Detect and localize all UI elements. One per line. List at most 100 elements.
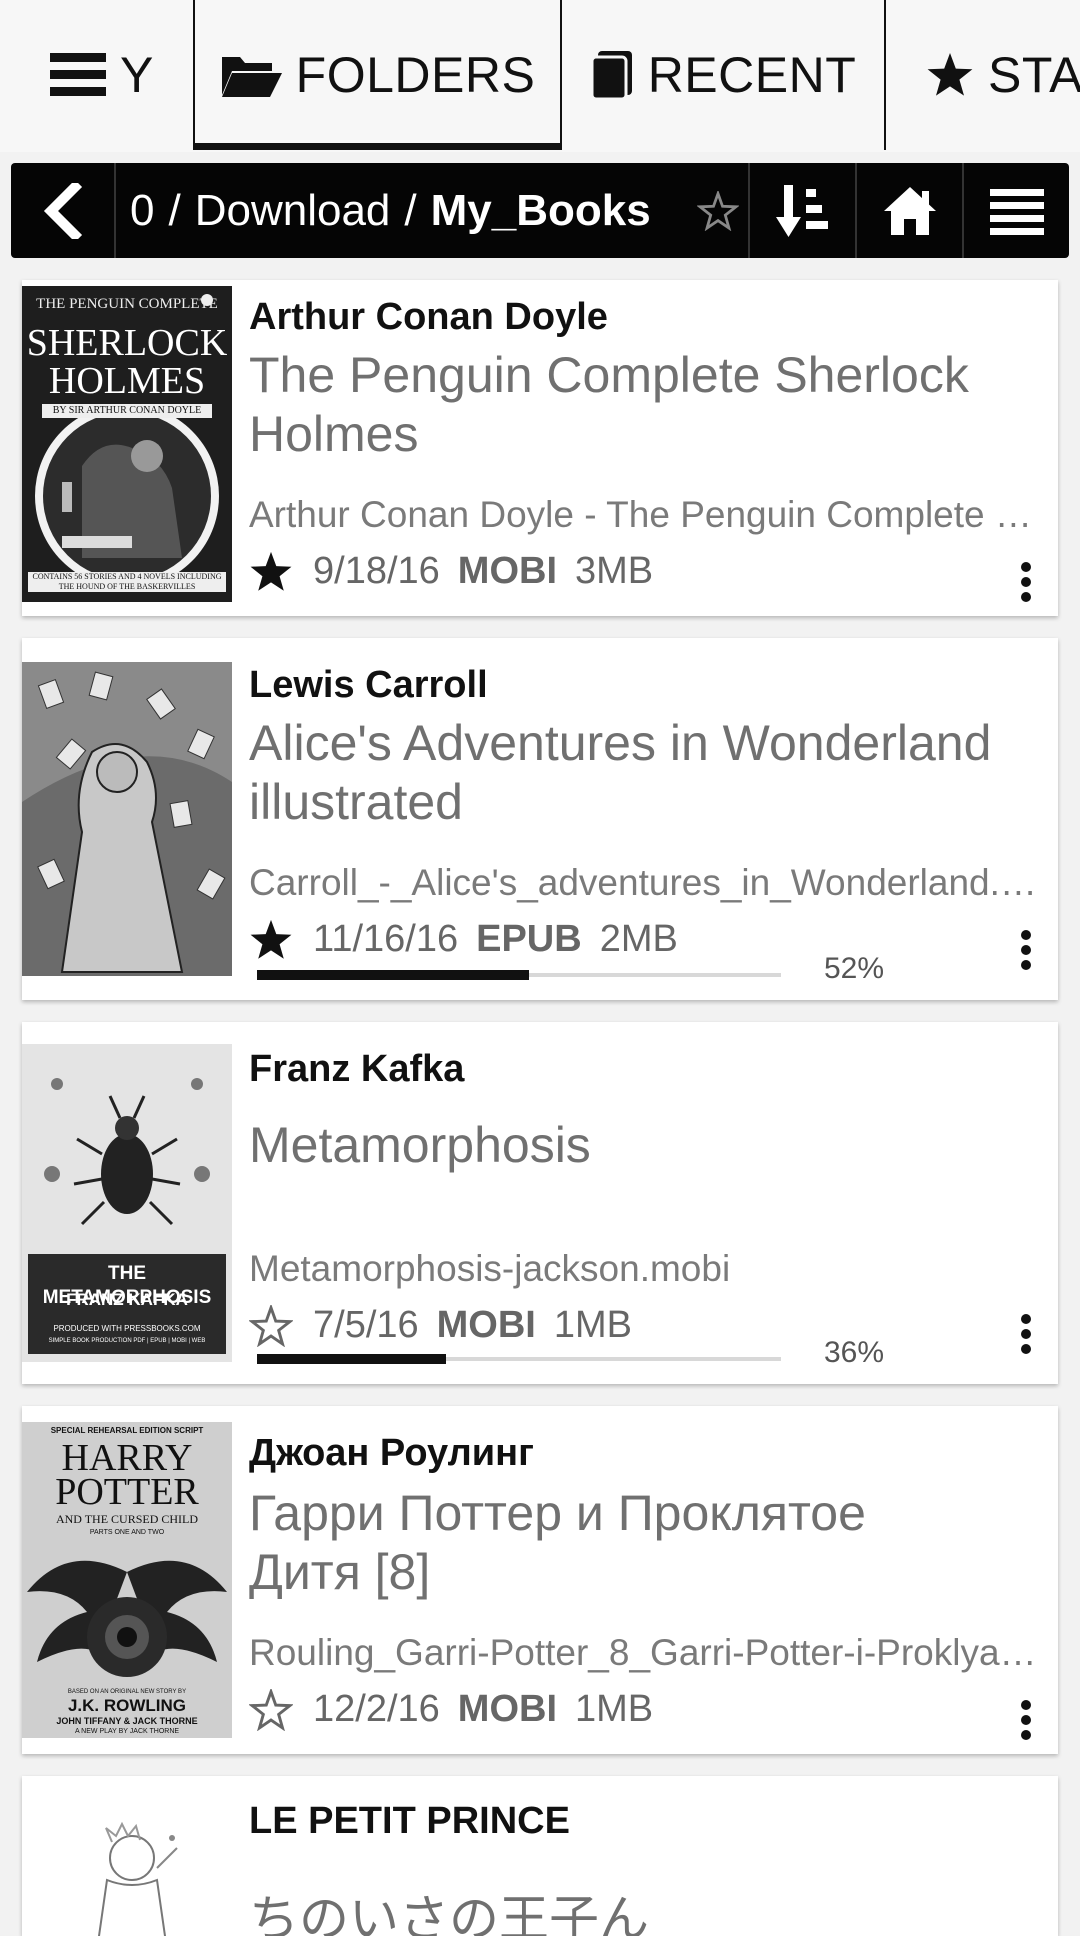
book-size: 2MB: [599, 918, 678, 960]
book-meta: 7/5/16 MOBI 1MB: [249, 1304, 632, 1347]
book-filename: Rouling_Garri-Potter_8_Garri-Potter-i-Pr…: [249, 1632, 1038, 1673]
path-toolbar: 0 / Download / My_Books: [11, 163, 1069, 258]
book-title: Metamorphosis: [249, 1117, 591, 1173]
more-options-icon[interactable]: [1006, 920, 1046, 980]
cover-coauthors: JOHN TIFFANY & JACK THORNE: [56, 1716, 198, 1726]
book-size: 3MB: [575, 550, 654, 592]
book-author: LE PETIT PRINCE: [249, 1800, 570, 1842]
book-author: Franz Kafka: [249, 1048, 465, 1090]
tab-folders[interactable]: FOLDERS: [193, 0, 562, 150]
book-author: Lewis Carroll: [249, 664, 488, 706]
home-icon: [883, 186, 936, 235]
book-card[interactable]: THE PENGUIN COMPLETE SHERLOCK HOLMES BY …: [22, 280, 1058, 616]
cover-title-line2: FRANZ KAFKA: [66, 1290, 188, 1309]
book-card[interactable]: THE METAMORPHOSIS FRANZ KAFKA PRODUCED W…: [22, 1022, 1058, 1384]
book-filename: Arthur Conan Doyle - The Penguin Complet…: [249, 494, 1038, 535]
reading-progress-fill: [257, 970, 530, 980]
book-card[interactable]: Lewis Carroll Alice's Adventures in Wond…: [22, 638, 1058, 1000]
star-outline-icon: [697, 190, 739, 231]
book-size: 1MB: [553, 1304, 633, 1346]
cover-play: A NEW PLAY BY JACK THORNE: [74, 1728, 180, 1735]
cover-footer-line1: PRODUCED WITH PRESSBOOKS.COM: [53, 1324, 201, 1333]
book-format: MOBI: [436, 1304, 536, 1346]
tab-folders-label: FOLDERS: [295, 47, 536, 103]
cover-parts: PARTS ONE AND TWO: [89, 1529, 165, 1536]
book-format: EPUB: [476, 918, 582, 960]
tab-recent[interactable]: RECENT: [562, 0, 886, 150]
book-cover: THE METAMORPHOSIS FRANZ KAFKA PRODUCED W…: [22, 1044, 232, 1362]
book-cover: SPECIAL REHEARSAL EDITION SCRIPT HARRY P…: [22, 1422, 232, 1738]
reading-progress-label: 52%: [824, 952, 885, 985]
more-options-icon[interactable]: [1006, 1690, 1046, 1750]
book-meta: 9/18/16 MOBI 3MB: [249, 550, 653, 593]
star-outline-icon[interactable]: [249, 1304, 293, 1347]
cover-subtitle: AND THE CURSED CHILD: [55, 1512, 199, 1526]
hamburger-icon: [50, 51, 106, 99]
folder-open-icon: [220, 51, 282, 99]
tab-starred[interactable]: STA: [886, 0, 1080, 150]
book-filename: Metamorphosis-jackson.mobi: [249, 1248, 731, 1289]
breadcrumb: 0 / Download / My_Books: [116, 163, 688, 258]
cover-top-text: THE PENGUIN COMPLETE: [36, 296, 218, 312]
cover-byline: BY SIR ARTHUR CONAN DOYLE: [42, 404, 212, 418]
book-cover: [22, 1798, 232, 1936]
cover-author: J.K. ROWLING: [67, 1696, 187, 1715]
book-title: The Penguin Complete Sherlock Holmes: [249, 347, 969, 462]
book-cover: THE PENGUIN COMPLETE SHERLOCK HOLMES BY …: [22, 286, 232, 602]
book-date: 11/16/16: [313, 918, 459, 960]
sort-button[interactable]: [748, 163, 855, 258]
tab-library-label: Y: [120, 47, 154, 103]
book-title: Alice's Adventures in Wonderland illustr…: [249, 715, 992, 830]
book-format: MOBI: [457, 1688, 558, 1730]
reading-progress-bar: [257, 1354, 781, 1364]
view-menu-button[interactable]: [962, 163, 1069, 258]
list-icon: [989, 188, 1044, 235]
cover-title-line2: POTTER: [55, 1471, 199, 1513]
reading-progress-label: 36%: [824, 1336, 885, 1369]
book-title: ちのいさの王子ん: [249, 1891, 649, 1936]
chevron-left-icon: [43, 182, 82, 239]
book-icon: [590, 49, 634, 101]
tab-recent-label: RECENT: [647, 47, 857, 103]
cover-footer: CONTAINS 56 STORIES AND 4 NOVELS INCLUDI…: [28, 572, 226, 592]
breadcrumb-separator: /: [404, 185, 417, 235]
top-tab-bar: Y FOLDERS RECENT STA: [0, 0, 1080, 152]
reading-progress-fill: [257, 1354, 446, 1364]
cover-top-text: SPECIAL REHEARSAL EDITION SCRIPT: [50, 1426, 204, 1435]
more-options-icon[interactable]: [1006, 552, 1046, 612]
book-date: 9/18/16: [313, 550, 440, 592]
back-button[interactable]: [11, 163, 116, 258]
cover-footer-line2: SIMPLE BOOK PRODUCTION PDF | EPUB | MOBI…: [48, 1338, 206, 1344]
breadcrumb-current: My_Books: [430, 185, 651, 235]
book-date: 12/2/16: [313, 1688, 440, 1730]
sort-icon: [775, 184, 828, 237]
book-format: MOBI: [457, 550, 558, 592]
book-card[interactable]: SPECIAL REHEARSAL EDITION SCRIPT HARRY P…: [22, 1406, 1058, 1754]
tab-starred-label: STA: [988, 47, 1080, 103]
favorite-folder-button[interactable]: [688, 163, 748, 258]
more-options-icon[interactable]: [1006, 1304, 1046, 1364]
cover-based-on: BASED ON AN ORIGINAL NEW STORY BY: [67, 1689, 187, 1695]
star-icon: [926, 52, 974, 98]
home-button[interactable]: [855, 163, 962, 258]
tab-library[interactable]: Y: [0, 0, 193, 150]
book-date: 7/5/16: [313, 1304, 419, 1346]
star-filled-icon[interactable]: [249, 551, 293, 593]
book-title: Гарри Поттер и Проклятое Дитя [8]: [249, 1485, 866, 1600]
book-meta: 11/16/16 EPUB 2MB: [249, 918, 678, 961]
star-filled-icon[interactable]: [249, 919, 293, 961]
breadcrumb-root[interactable]: 0: [130, 186, 154, 236]
book-meta: 12/2/16 MOBI 1MB: [249, 1688, 653, 1731]
star-outline-icon[interactable]: [249, 1688, 293, 1731]
book-cover: [22, 662, 232, 976]
book-filename: Carroll_-_Alice's_adventures_in_Wonderla…: [249, 862, 1038, 903]
cover-title-line1: SHERLOCK: [26, 322, 228, 364]
book-author: Arthur Conan Doyle: [249, 296, 608, 338]
breadcrumb-download[interactable]: Download: [195, 186, 391, 236]
cover-title-line2: HOLMES: [48, 360, 206, 402]
book-author: Джоан Роулинг: [249, 1432, 534, 1474]
book-size: 1MB: [575, 1688, 654, 1730]
reading-progress-bar: [257, 970, 781, 980]
book-card[interactable]: LE PETIT PRINCE ちのいさの王子ん: [22, 1776, 1058, 1936]
breadcrumb-separator: /: [168, 185, 181, 235]
